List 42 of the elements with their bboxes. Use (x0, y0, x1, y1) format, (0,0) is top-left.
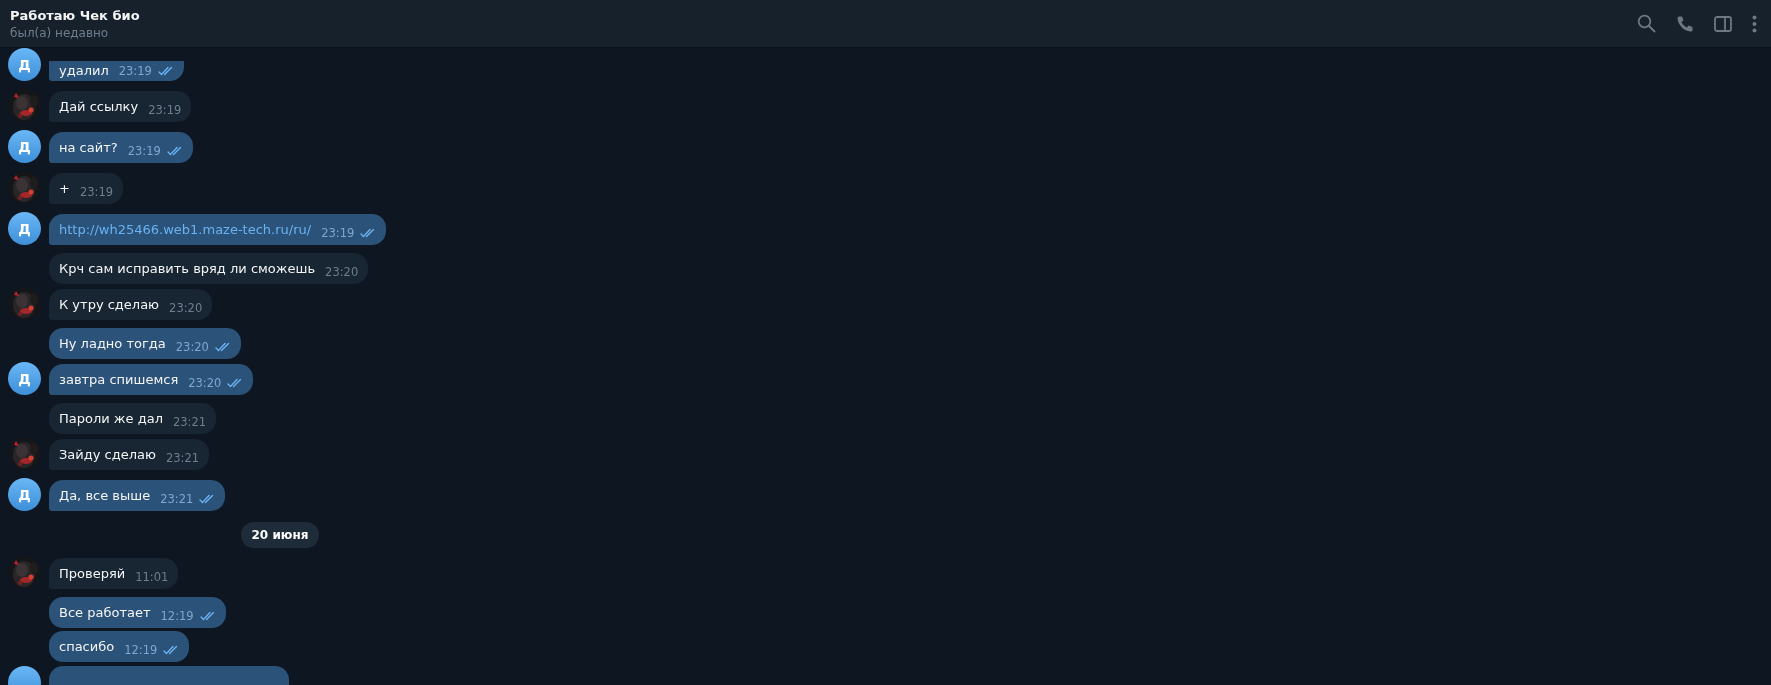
message-time: 11:01 (135, 570, 169, 584)
search-icon[interactable] (1637, 14, 1656, 33)
message-time: 23:21 (172, 415, 207, 429)
chat-title[interactable]: Работаю Чек био (10, 7, 140, 23)
message-time: 23:20 (325, 265, 359, 279)
message-text: Дай ссылку (59, 99, 139, 114)
message-text: спасибо (59, 639, 115, 654)
message-link[interactable]: http://wh25466.web1.maze-tech.ru/ru/ (59, 222, 312, 237)
message-text: завтра спишемся (59, 372, 179, 387)
message-time: 23:20 (175, 340, 209, 354)
message-text: К утру сделаю (59, 297, 160, 312)
avatar[interactable]: Д (8, 212, 41, 245)
message-time: 23:19 (321, 226, 355, 240)
more-icon[interactable] (1752, 14, 1757, 33)
avatar[interactable]: Д (8, 478, 41, 511)
message-text: Все работает (59, 605, 151, 620)
message-text: удалил (59, 63, 109, 78)
message-time: 12:19 (124, 643, 158, 657)
message-time: 12:19 (160, 609, 194, 623)
last-seen-status: был(а) недавно (10, 25, 110, 40)
message-text: Крч сам исправить вряд ли сможешь (59, 261, 316, 276)
avatar[interactable]: Д (8, 130, 41, 163)
message-time: 23:21 (165, 451, 200, 465)
message-time: 23:19 (127, 144, 161, 158)
avatar[interactable]: Д (8, 48, 41, 81)
message-time: 23:19 (148, 103, 182, 117)
message-time: 23:20 (169, 301, 203, 315)
message-text: Пароли же дал (59, 411, 163, 426)
message-text: Ну ладно тогда (59, 336, 166, 351)
message-text: на сайт? (59, 140, 118, 155)
message-text: Зайду сделаю (59, 447, 156, 462)
message-text: + (59, 181, 70, 196)
message-time: 23:20 (188, 376, 222, 390)
sidebar-toggle-icon[interactable] (1714, 15, 1732, 32)
phone-icon[interactable] (1676, 14, 1694, 33)
message-text: Проверяй (59, 566, 126, 581)
avatar[interactable]: Д (8, 362, 41, 395)
message-time: 23:19 (118, 64, 152, 78)
date-badge: 20 июня (240, 522, 320, 548)
message-time: 23:21 (160, 492, 194, 506)
message-time: 23:19 (79, 185, 114, 199)
message-text: Да, все выше (59, 488, 151, 503)
